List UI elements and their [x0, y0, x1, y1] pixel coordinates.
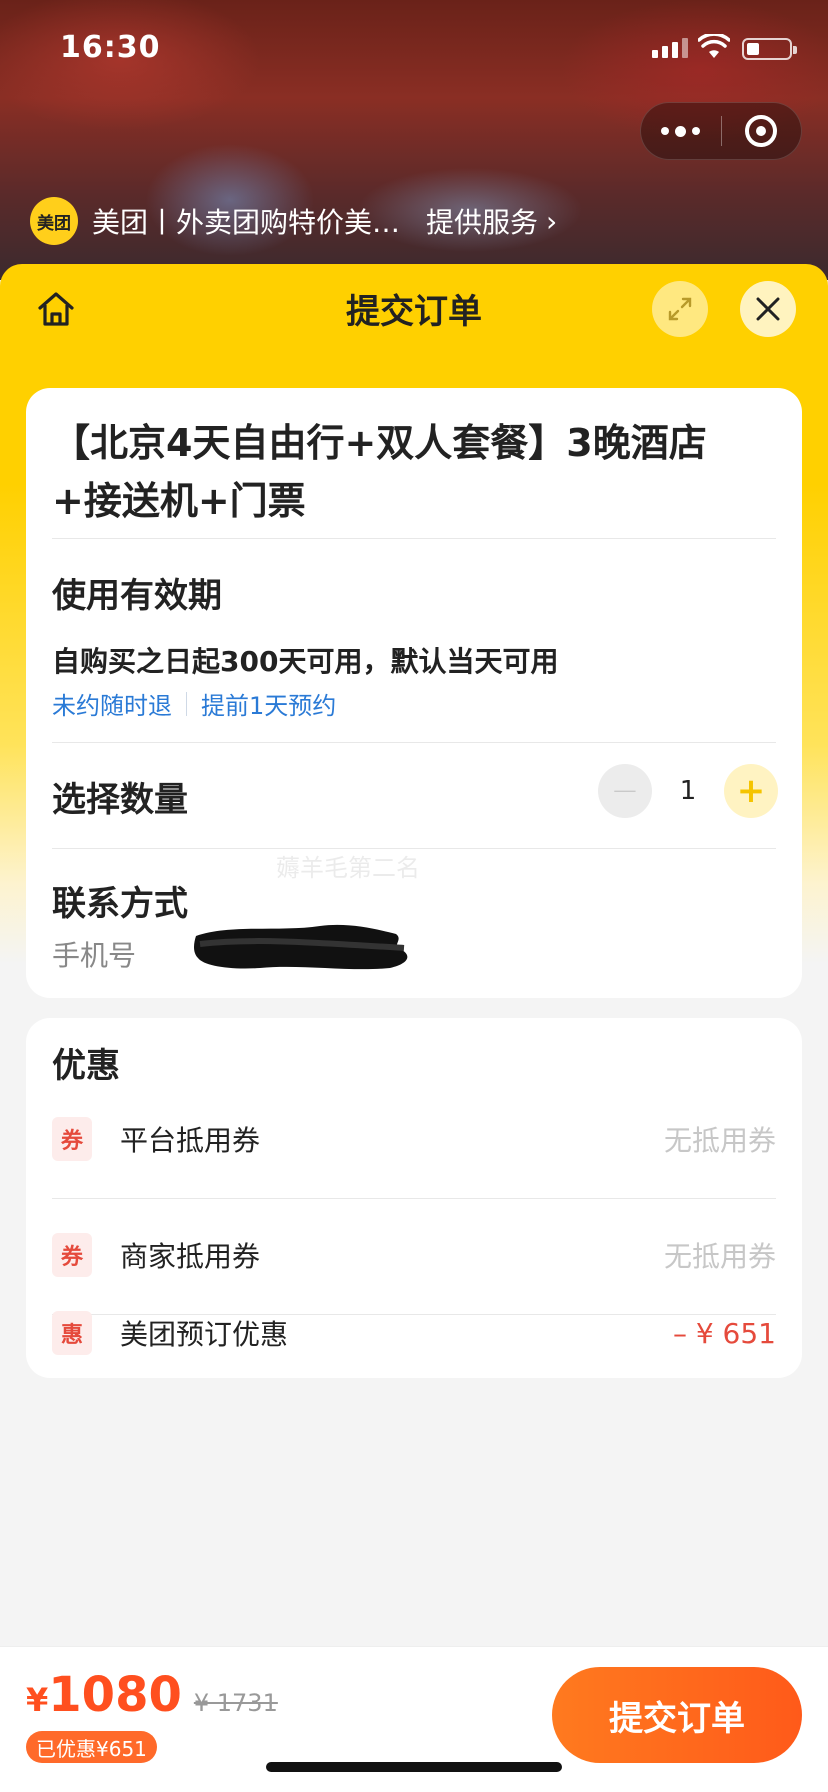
discount-card: 优惠 券 平台抵用券 无抵用券 券 商家抵用券 无抵用券 惠 美团预订优惠 – …	[26, 1018, 802, 1378]
booking-tag: 提前1天预约	[201, 692, 337, 720]
policy-tags: 未约随时退 提前1天预约	[52, 686, 336, 721]
sheet-header: 提交订单	[0, 264, 828, 354]
contact-label: 联系方式	[52, 884, 188, 924]
wifi-icon	[698, 34, 730, 58]
battery-icon	[742, 38, 797, 60]
order-sheet: 提交订单 【北京4天自由行+双人套餐】3晚酒店+接送机+门票 使用有效期 自购买…	[0, 264, 828, 1792]
meituan-logo: 美团	[30, 197, 78, 245]
validity-label: 使用有效期	[52, 576, 222, 616]
divider	[52, 1198, 776, 1199]
signal-icon	[652, 38, 688, 58]
coupon-icon: 券	[52, 1233, 92, 1277]
tag-divider	[186, 691, 187, 716]
service-app-name: 美团丨外卖团购特价美…	[92, 206, 401, 239]
target-icon[interactable]	[722, 115, 802, 147]
expand-icon	[668, 297, 692, 321]
watermark: 薅羊毛第二名	[276, 854, 420, 882]
quantity-label: 选择数量	[52, 780, 188, 820]
discount-value: 无抵用券	[663, 1240, 776, 1273]
original-price: ¥ 1731	[193, 1689, 278, 1717]
status-time: 16:30	[60, 30, 161, 65]
refund-tag: 未约随时退	[52, 692, 172, 720]
phone-redaction	[194, 924, 408, 970]
price-block: ¥ 1080 ¥ 1731	[26, 1667, 278, 1723]
promo-icon: 惠	[52, 1311, 92, 1355]
close-button[interactable]	[740, 281, 796, 337]
discount-value: 无抵用券	[663, 1124, 776, 1157]
discount-name: 商家抵用券	[120, 1240, 261, 1273]
miniapp-capsule	[640, 102, 802, 160]
product-title: 【北京4天自由行+双人套餐】3晚酒店+接送机+门票	[52, 421, 707, 523]
discount-row-booking: 惠 美团预订优惠 – ¥ 651	[52, 1298, 776, 1368]
service-provider-bar[interactable]: 美团 美团丨外卖团购特价美… 提供服务 ›	[30, 196, 557, 246]
discount-name: 平台抵用券	[120, 1124, 261, 1157]
quantity-plus-button[interactable]: +	[724, 764, 778, 818]
expand-button[interactable]	[652, 281, 708, 337]
close-icon	[756, 297, 780, 321]
divider	[52, 742, 776, 743]
more-icon[interactable]	[641, 125, 721, 137]
divider	[52, 538, 776, 539]
discount-value: – ¥ 651	[672, 1316, 776, 1350]
discount-row-platform[interactable]: 券 平台抵用券 无抵用券	[52, 1104, 776, 1174]
discount-row-merchant[interactable]: 券 商家抵用券 无抵用券	[52, 1220, 776, 1290]
coupon-icon: 券	[52, 1117, 92, 1161]
saved-badge: 已优惠¥651	[26, 1731, 157, 1763]
quantity-minus-button[interactable]: −	[598, 764, 652, 818]
currency-symbol: ¥	[26, 1681, 49, 1719]
phone-label: 手机号	[52, 939, 137, 972]
discount-name: 美团预订优惠	[120, 1318, 289, 1351]
product-card: 【北京4天自由行+双人套餐】3晚酒店+接送机+门票 使用有效期 自购买之日起30…	[26, 388, 802, 998]
home-indicator	[266, 1762, 562, 1772]
quantity-value: 1	[679, 776, 697, 806]
chevron-right-icon: ›	[546, 204, 558, 238]
status-bar: 16:30	[0, 0, 828, 100]
service-link[interactable]: 提供服务	[426, 201, 538, 241]
quantity-stepper: − 1 +	[598, 764, 778, 818]
submit-order-button[interactable]: 提交订单	[552, 1667, 802, 1763]
validity-text: 自购买之日起300天可用，默认当天可用	[52, 645, 559, 678]
discount-title: 优惠	[52, 1046, 120, 1086]
total-price: 1080	[48, 1667, 182, 1723]
